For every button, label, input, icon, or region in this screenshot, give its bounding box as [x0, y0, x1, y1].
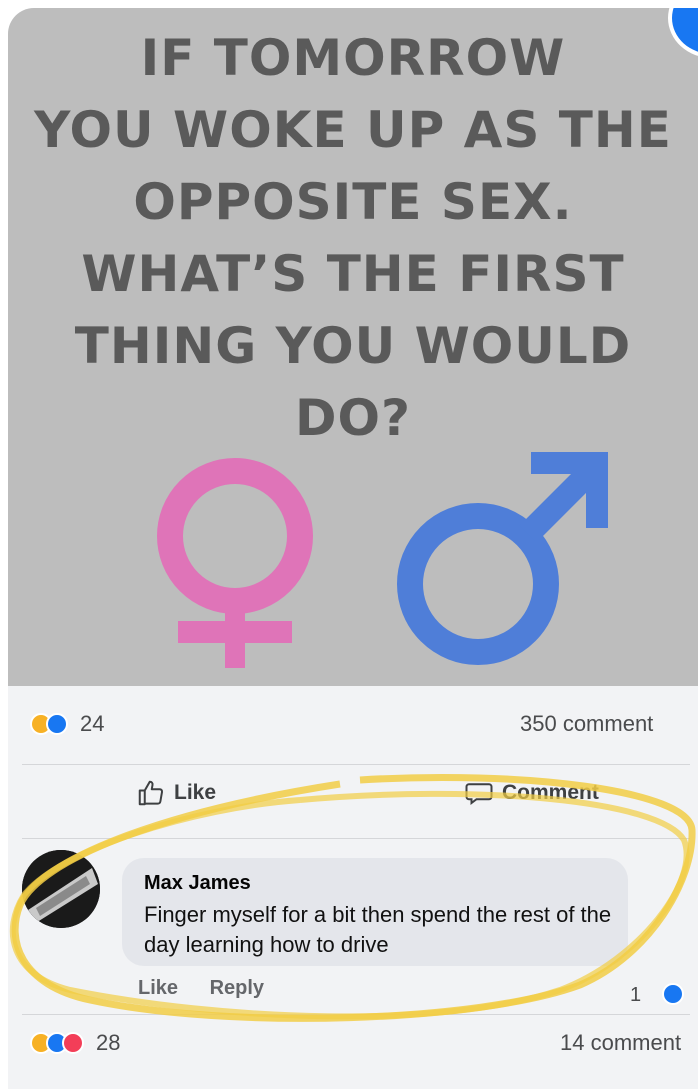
like-button[interactable]: Like	[136, 775, 216, 811]
comment-actions: Like Reply	[138, 977, 290, 1000]
footer-reactions-count[interactable]: 28	[96, 1030, 120, 1056]
comments-count[interactable]: 350 comment	[520, 711, 653, 737]
footer-comments-count[interactable]: 14 comment	[560, 1030, 681, 1056]
thumbs-up-icon	[138, 780, 164, 806]
comment-text: Finger myself for a bit then spend the r…	[144, 902, 612, 957]
like-reaction-icon	[46, 713, 68, 735]
comment-reply-button[interactable]: Reply	[210, 977, 264, 999]
avatar-image	[22, 850, 100, 928]
reactions-count[interactable]: 24	[80, 711, 104, 737]
comment-like-reaction-icon	[662, 983, 684, 1005]
comment-bubble: Max James Finger myself for a bit then s…	[122, 858, 628, 966]
comment-bubble-icon	[465, 783, 493, 805]
comment-button[interactable]: Comment	[464, 775, 599, 811]
female-symbol-icon	[157, 458, 313, 668]
divider	[22, 838, 690, 839]
gender-symbols	[157, 452, 608, 668]
love-reaction-icon	[62, 1032, 84, 1054]
comment-like-button[interactable]: Like	[138, 977, 178, 999]
divider	[22, 1014, 690, 1015]
avatar[interactable]	[22, 850, 100, 928]
male-symbol-icon	[397, 452, 608, 665]
comment-author[interactable]: Max James	[144, 872, 251, 895]
comment-label: Comment	[502, 781, 599, 804]
post-image[interactable]: IF TOMORROW YOU WOKE UP AS THE OPPOSITE …	[8, 8, 698, 686]
comment-reaction-count: 1	[630, 984, 642, 1006]
like-label: Like	[174, 781, 217, 804]
divider	[22, 764, 690, 765]
